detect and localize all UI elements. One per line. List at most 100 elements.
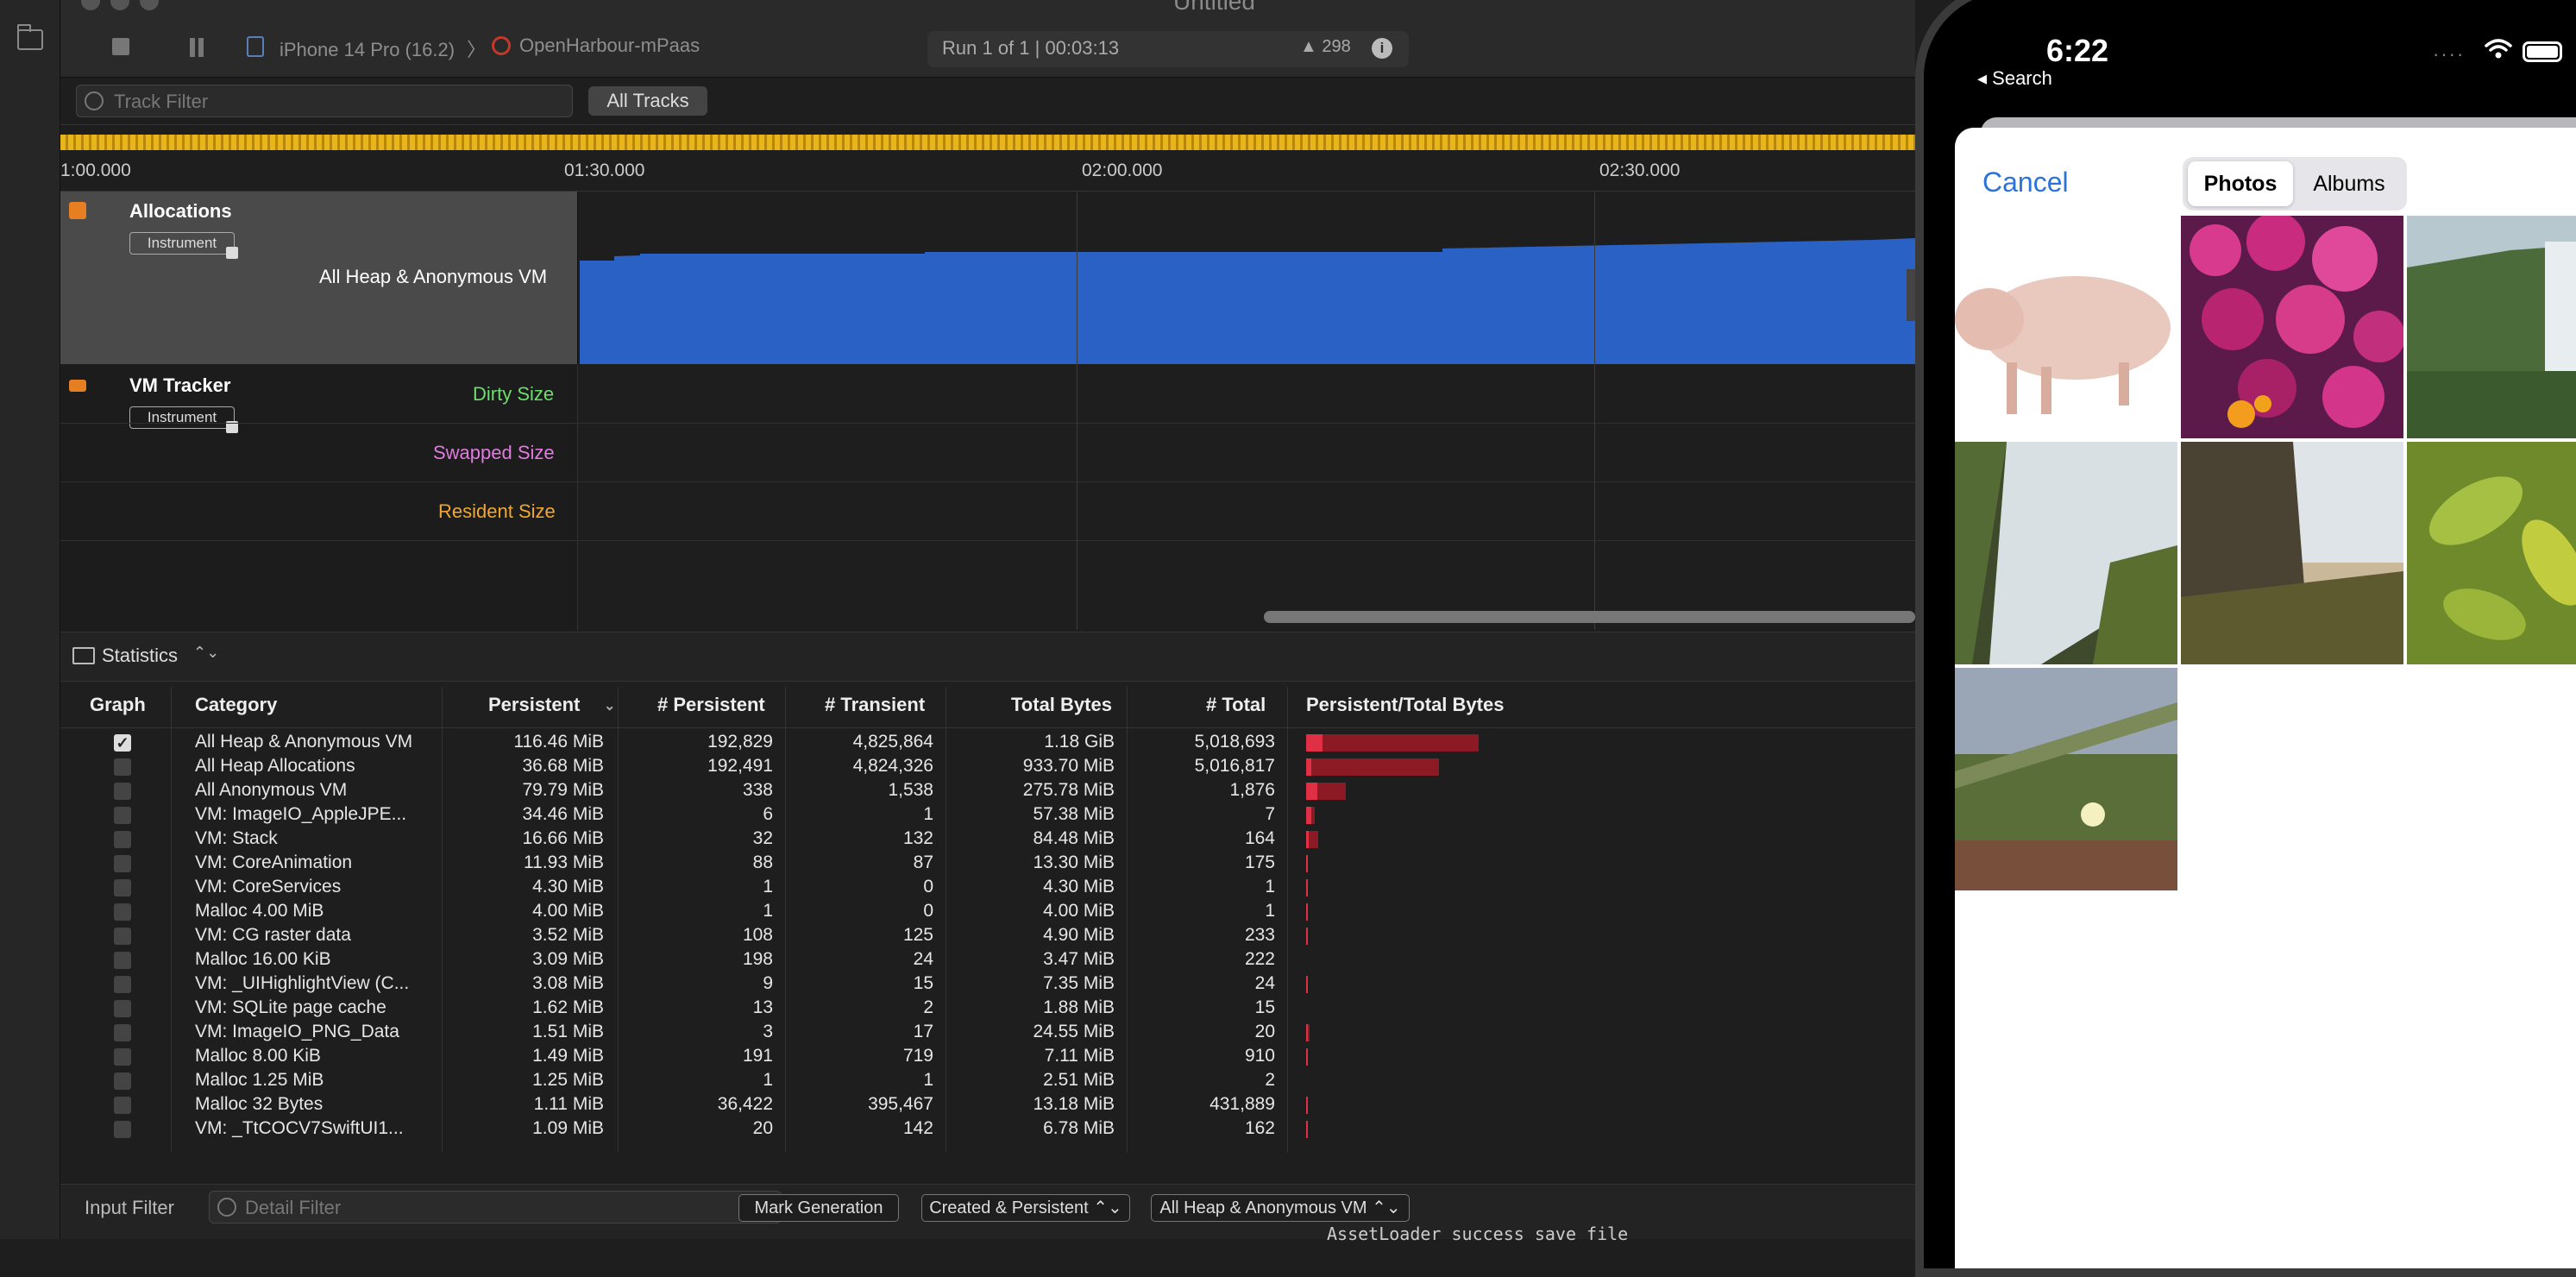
total-bytes-cell: 13.18 MiB — [1033, 1094, 1115, 1114]
cellular-signal-icon: ···· — [2433, 43, 2466, 65]
cancel-button[interactable]: Cancel — [1982, 167, 2069, 198]
column-header-persistent[interactable]: Persistent — [488, 694, 580, 716]
column-header-graph[interactable]: Graph — [90, 694, 146, 716]
table-row[interactable]: VM: CoreAnimation 11.93 MiB 88 87 13.30 MiB 1… — [60, 851, 1915, 875]
timeline-tick-label: 1:00.000 — [60, 160, 131, 180]
graph-checkbox[interactable] — [114, 1073, 131, 1090]
allocations-graph[interactable] — [580, 192, 1915, 364]
table-row[interactable]: All Anonymous VM 79.79 MiB 338 1,538 275.78 … — [60, 778, 1915, 802]
table-row[interactable]: VM: Stack 16.66 MiB 32 132 84.48 MiB 164 — [60, 827, 1915, 851]
photo-thumbnail[interactable] — [2407, 442, 2576, 664]
table-row[interactable]: Malloc 16.00 KiB 3.09 MiB 198 24 3.47 MiB 222 — [60, 947, 1915, 972]
photo-thumbnail[interactable] — [2181, 442, 2403, 664]
photo-thumbnail[interactable] — [1955, 442, 2177, 664]
table-row[interactable]: Malloc 1.25 MiB 1.25 MiB 1 1 2.51 MiB 2 — [60, 1068, 1915, 1092]
photo-thumbnail[interactable] — [1955, 668, 2177, 890]
tab-photos[interactable]: Photos — [2188, 161, 2293, 206]
n-persistent-cell: 1 — [763, 901, 773, 921]
pause-recording-button[interactable] — [188, 38, 205, 57]
disclosure-icon[interactable] — [226, 247, 238, 259]
target-app-name[interactable]: OpenHarbour-mPaas — [519, 35, 700, 57]
n-persistent-cell: 13 — [752, 997, 773, 1017]
table-row[interactable]: All Heap Allocations 36.68 MiB 192,491 4,82… — [60, 754, 1915, 778]
table-header — [60, 682, 1915, 728]
graph-checkbox[interactable] — [114, 976, 131, 993]
table-row[interactable]: VM: CoreServices 4.30 MiB 1 0 4.30 MiB 1 — [60, 875, 1915, 899]
photo-thumbnail[interactable] — [2407, 216, 2576, 438]
n-transient-cell: 125 — [902, 925, 933, 945]
category-cell: VM: Stack — [195, 828, 278, 848]
n-total-cell: 24 — [1254, 973, 1275, 993]
column-header-n-transient[interactable]: # Transient — [825, 694, 925, 716]
n-total-cell: 1 — [1265, 901, 1275, 921]
persistent-bytes-bar — [1306, 1024, 1308, 1041]
sort-descending-icon[interactable]: ⌄ — [604, 697, 615, 714]
graph-checkbox[interactable] — [114, 1024, 131, 1041]
column-header-n-persistent[interactable]: # Persistent — [657, 694, 765, 716]
chevron-updown-icon[interactable]: ⌃⌄ — [193, 644, 219, 662]
graph-checkbox[interactable] — [114, 928, 131, 945]
warnings-count[interactable]: ▲ 298 — [1300, 37, 1351, 57]
table-row[interactable]: VM: _TtCOCV7SwiftUI1... 1.09 MiB 20 142 6.78… — [60, 1117, 1915, 1141]
table-row[interactable]: VM: ImageIO_AppleJPE... 34.46 MiB 6 1 57.38 … — [60, 802, 1915, 827]
n-transient-cell: 4,824,326 — [852, 756, 933, 776]
persistent-cell: 36.68 MiB — [522, 756, 604, 776]
n-total-cell: 164 — [1244, 828, 1275, 848]
graph-checkbox[interactable] — [114, 758, 131, 776]
photo-thumbnail[interactable] — [1955, 216, 2177, 438]
allocation-type-select[interactable]: All Heap & Anonymous VM ⌃⌄ — [1151, 1194, 1410, 1222]
table-row[interactable]: ✓ All Heap & Anonymous VM 116.46 MiB 192,82… — [60, 730, 1915, 754]
n-transient-cell: 1 — [923, 804, 933, 824]
all-tracks-button[interactable]: All Tracks — [588, 86, 707, 116]
column-header-persistent-total-bytes[interactable]: Persistent/Total Bytes — [1306, 694, 1504, 716]
persistent-cell: 116.46 MiB — [513, 732, 604, 752]
column-header-category[interactable]: Category — [195, 694, 277, 716]
graph-checkbox[interactable] — [114, 879, 131, 896]
graph-checkbox[interactable]: ✓ — [114, 734, 131, 752]
graph-checkbox[interactable] — [114, 1000, 131, 1017]
tab-albums[interactable]: Albums — [2296, 161, 2402, 206]
divider — [60, 540, 1915, 541]
n-persistent-cell: 1 — [763, 1070, 773, 1090]
table-row[interactable]: VM: SQLite page cache 1.62 MiB 13 2 1.88 MiB… — [60, 996, 1915, 1020]
category-cell: Malloc 1.25 MiB — [195, 1070, 324, 1090]
mark-generation-button[interactable]: Mark Generation — [738, 1194, 899, 1222]
graph-checkbox[interactable] — [114, 831, 131, 848]
table-row[interactable]: VM: CG raster data 3.52 MiB 108 125 4.90 MiB… — [60, 923, 1915, 947]
info-icon[interactable]: i — [1372, 38, 1392, 59]
statistics-selector[interactable]: Statistics — [102, 645, 178, 667]
photo-thumbnail[interactable] — [2181, 216, 2403, 438]
stop-recording-button[interactable] — [112, 38, 129, 55]
column-header-total-bytes[interactable]: Total Bytes — [1011, 694, 1112, 716]
persistent-cell: 1.51 MiB — [532, 1022, 604, 1041]
folder-icon[interactable] — [17, 24, 43, 50]
total-bytes-cell: 933.70 MiB — [1022, 756, 1115, 776]
statistics-table-body[interactable]: ✓ All Heap & Anonymous VM 116.46 MiB 192,82… — [60, 730, 1915, 1158]
graph-checkbox[interactable] — [114, 903, 131, 921]
graph-checkbox[interactable] — [114, 952, 131, 969]
graph-checkbox[interactable] — [114, 807, 131, 824]
target-device[interactable]: iPhone 14 Pro (16.2) 〉 — [280, 35, 493, 62]
total-bytes-cell: 4.00 MiB — [1043, 901, 1115, 921]
table-row[interactable]: VM: _UIHighlightView (C... 3.08 MiB 9 15 7.3… — [60, 972, 1915, 996]
back-to-search-link[interactable]: ◂ Search — [1977, 67, 2052, 90]
graph-checkbox[interactable] — [114, 783, 131, 800]
n-transient-cell: 0 — [923, 901, 933, 921]
input-filter-label[interactable]: Input Filter — [85, 1197, 174, 1219]
timeline-horizontal-scrollbar[interactable] — [1264, 611, 1915, 623]
n-transient-cell: 1,538 — [888, 780, 933, 800]
allocation-lifespan-select[interactable]: Created & Persistent ⌃⌄ — [921, 1194, 1130, 1222]
n-persistent-cell: 108 — [742, 925, 773, 945]
table-row[interactable]: Malloc 8.00 KiB 1.49 MiB 191 719 7.11 MiB 910 — [60, 1044, 1915, 1068]
graph-checkbox[interactable] — [114, 855, 131, 872]
left-sidebar-strip — [0, 0, 60, 1239]
graph-checkbox[interactable] — [114, 1048, 131, 1066]
instrument-badge: Instrument — [129, 232, 235, 255]
total-bytes-cell: 1.88 MiB — [1043, 997, 1115, 1017]
table-row[interactable]: VM: ImageIO_PNG_Data 1.51 MiB 3 17 24.55 MiB… — [60, 1020, 1915, 1044]
column-header-n-total[interactable]: # Total — [1206, 694, 1266, 716]
graph-checkbox[interactable] — [114, 1097, 131, 1114]
table-row[interactable]: Malloc 4.00 MiB 4.00 MiB 1 0 4.00 MiB 1 — [60, 899, 1915, 923]
table-row[interactable]: Malloc 32 Bytes 1.11 MiB 36,422 395,467 13.1… — [60, 1092, 1915, 1117]
graph-checkbox[interactable] — [114, 1121, 131, 1138]
